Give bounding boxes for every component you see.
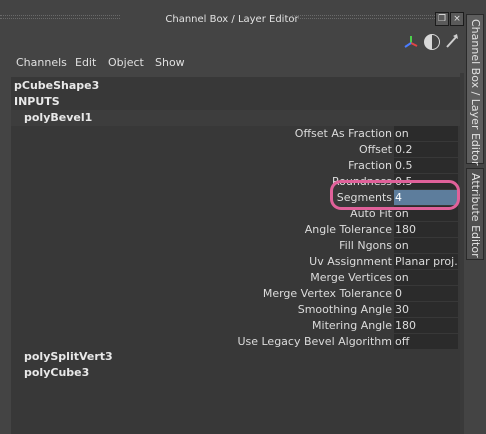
attribute-value-field[interactable]: on: [394, 238, 458, 253]
title-bar: Channel Box / Layer Editor ❐ ×: [0, 8, 464, 34]
attribute-value-field[interactable]: Planar proj...: [394, 254, 458, 269]
node-header[interactable]: polyBevel1: [11, 110, 460, 126]
axis-gizmo-icon[interactable]: [404, 35, 418, 49]
inputs-heading: INPUTS: [14, 95, 60, 108]
channel-list: pCubeShape3 INPUTS polyBevel1 Offset As …: [11, 77, 460, 434]
attribute-value-field[interactable]: on: [394, 126, 458, 141]
attribute-value-field[interactable]: 0.5: [394, 158, 458, 173]
attribute-label[interactable]: Offset: [359, 143, 392, 156]
attribute-value-field[interactable]: 180: [394, 222, 458, 237]
object-name[interactable]: pCubeShape3: [14, 79, 99, 92]
drag-grip-right[interactable]: [292, 15, 437, 19]
tab-attribute-editor[interactable]: Attribute Editor: [466, 168, 484, 260]
toolbar-icons: [0, 32, 464, 52]
attribute-value-field[interactable]: on: [394, 270, 458, 285]
attribute-label[interactable]: Mitering Angle: [312, 319, 392, 332]
pick-arrow-icon[interactable]: [445, 33, 459, 49]
tab-channel-box[interactable]: Channel Box / Layer Editor: [466, 14, 484, 166]
attribute-label[interactable]: Uv Assignment: [309, 255, 392, 268]
node-name: polyBevel1: [24, 111, 93, 124]
attribute-label[interactable]: Merge Vertices: [310, 271, 392, 284]
menu-edit[interactable]: Edit: [75, 56, 96, 69]
sub-node-polysplitvert[interactable]: polySplitVert3: [24, 350, 113, 363]
menu-show[interactable]: Show: [155, 56, 185, 69]
attribute-label[interactable]: Smoothing Angle: [298, 303, 392, 316]
menu-object[interactable]: Object: [108, 56, 144, 69]
attribute-row[interactable]: Merge Vertex Tolerance 0: [11, 286, 460, 302]
attribute-row[interactable]: Offset 0.2: [11, 142, 460, 158]
attribute-row[interactable]: Fill Ngons on: [11, 238, 460, 254]
attribute-row[interactable]: Fraction 0.5: [11, 158, 460, 174]
attribute-row[interactable]: Mitering Angle 180: [11, 318, 460, 334]
attribute-label[interactable]: Offset As Fraction: [295, 127, 392, 140]
menu-channels[interactable]: Channels: [16, 56, 67, 69]
attribute-label[interactable]: Fill Ngons: [339, 239, 392, 252]
menu-bar: Channels Edit Object Show: [0, 53, 464, 73]
attribute-row[interactable]: Offset As Fraction on: [11, 126, 460, 142]
float-panel-icon[interactable]: ❐: [435, 12, 449, 26]
highlight-ring: [330, 180, 460, 210]
attribute-value-field[interactable]: 180: [394, 318, 458, 333]
attribute-value-field[interactable]: 30: [394, 302, 458, 317]
attribute-value-field[interactable]: off: [394, 334, 458, 349]
half-contrast-icon[interactable]: [424, 34, 440, 50]
attribute-label[interactable]: Use Legacy Bevel Algorithm: [237, 335, 392, 348]
attribute-row[interactable]: Merge Vertices on: [11, 270, 460, 286]
attribute-value-field[interactable]: 0.2: [394, 142, 458, 157]
attribute-row[interactable]: Smoothing Angle 30: [11, 302, 460, 318]
attribute-value-field[interactable]: 0: [394, 286, 458, 301]
attribute-label[interactable]: Fraction: [348, 159, 392, 172]
attribute-row[interactable]: Use Legacy Bevel Algorithm off: [11, 334, 460, 350]
attribute-label[interactable]: Merge Vertex Tolerance: [263, 287, 392, 300]
tab-channel-box-label: Channel Box / Layer Editor: [469, 19, 482, 166]
attribute-row[interactable]: Angle Tolerance 180: [11, 222, 460, 238]
tab-attribute-editor-label: Attribute Editor: [469, 173, 482, 258]
close-icon[interactable]: ×: [450, 12, 464, 26]
attribute-label[interactable]: Angle Tolerance: [305, 223, 392, 236]
sub-node-polycube[interactable]: polyCube3: [24, 366, 89, 379]
attribute-row[interactable]: Uv Assignment Planar proj...: [11, 254, 460, 270]
scrollbar-track[interactable]: [460, 73, 464, 434]
channel-box-panel: Channel Box / Layer Editor ❐ × Channels …: [0, 0, 464, 434]
